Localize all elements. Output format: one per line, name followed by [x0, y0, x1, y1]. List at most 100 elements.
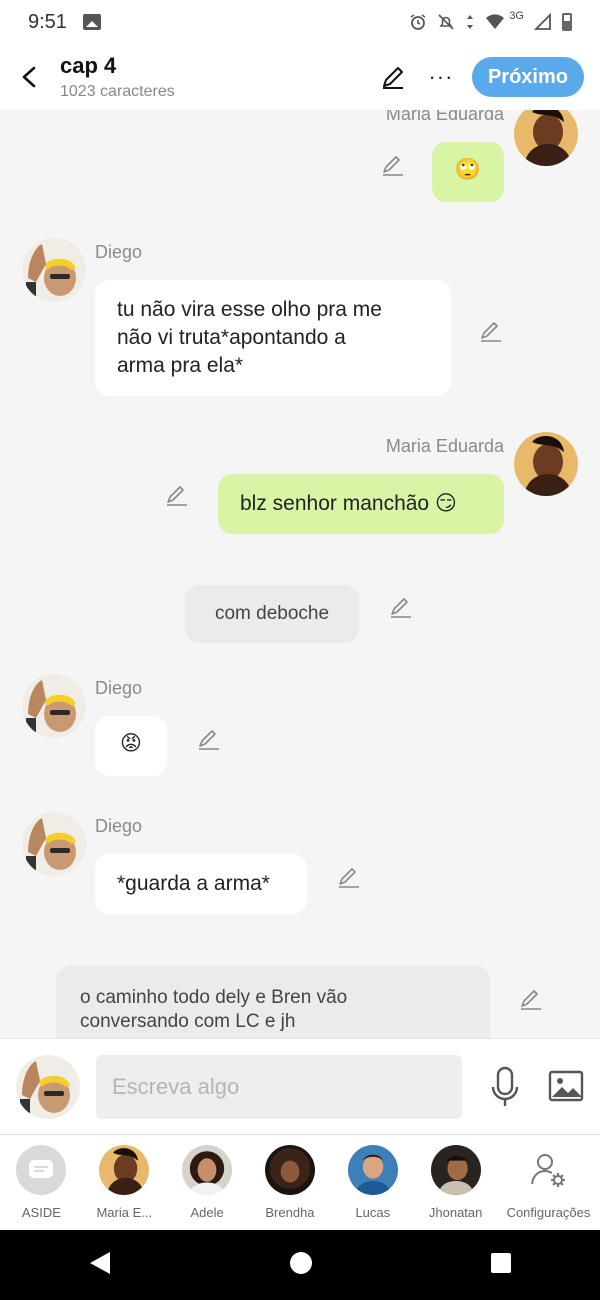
mute-icon [438, 14, 454, 30]
gallery-notification-icon [82, 14, 101, 30]
tab-label: Jhonatan [428, 1205, 483, 1220]
edit-message-button[interactable] [478, 318, 504, 344]
edit-message-button[interactable] [380, 152, 406, 178]
narration-line: o caminho todo dely e Bren vão [80, 987, 348, 1008]
maria-avatar-image [514, 432, 578, 496]
sender-name: Diego [95, 242, 143, 262]
message-composer [0, 1038, 600, 1134]
status-icons: 3G [409, 10, 572, 31]
more-dots-icon: ··· [428, 64, 454, 89]
microphone-icon [491, 1066, 519, 1106]
nav-home-button[interactable] [289, 1251, 313, 1280]
sender-name: Maria Eduarda [385, 110, 504, 124]
edit-title-button[interactable] [376, 60, 410, 94]
diego-avatar-image [22, 674, 86, 738]
pencil-icon [391, 598, 411, 618]
wifi-icon [486, 14, 505, 29]
square-recents-icon [490, 1252, 511, 1273]
narration-bubble[interactable]: o caminho todo dely e Bren vão conversan… [56, 966, 490, 1038]
narration-bubble[interactable]: com deboche [185, 585, 359, 643]
pencil-icon [167, 486, 187, 506]
maria-avatar[interactable] [514, 110, 578, 166]
tab-label: Lucas [355, 1205, 391, 1220]
diego-avatar-image [22, 812, 86, 876]
nav-recents-button[interactable] [490, 1252, 512, 1279]
system-nav-bar [0, 1230, 600, 1300]
diego-avatar[interactable] [22, 238, 86, 302]
adele-avatar [182, 1145, 233, 1195]
pencil-icon [382, 67, 403, 89]
chat-bubble-icon [16, 1145, 67, 1195]
nav-back-button[interactable] [88, 1250, 112, 1281]
diego-avatar-image [16, 1055, 80, 1119]
chapter-title: cap 4 [60, 53, 117, 78]
diego-avatar[interactable] [22, 674, 86, 738]
attach-image-button[interactable] [548, 1069, 584, 1103]
lucas-avatar [347, 1145, 398, 1195]
more-options-button[interactable]: ··· [424, 60, 458, 94]
data-arrows-icon [467, 15, 474, 29]
tab-brendha[interactable]: Brendha [252, 1145, 328, 1220]
diego-avatar[interactable] [22, 812, 86, 876]
message-line: tu não vira esse olho pra me [117, 298, 382, 321]
current-speaker-avatar[interactable] [16, 1055, 80, 1119]
battery-icon [562, 13, 572, 31]
chapter-header: cap 4 1023 caracteres ··· Próximo [0, 44, 600, 110]
message-bubble[interactable]: 😡 [95, 716, 167, 776]
tab-label: Brendha [265, 1205, 315, 1220]
microphone-button[interactable] [488, 1065, 522, 1109]
message-bubble[interactable]: blz senhor manchão 😏 [218, 474, 504, 534]
status-bar: 9:51 3G [0, 0, 600, 44]
chat-area[interactable]: Maria Eduarda 🙄 Diego tu não vira esse o… [0, 110, 600, 1038]
character-count: 1023 caracteres [60, 83, 175, 100]
maria-avatar[interactable] [514, 432, 578, 496]
circle-home-icon [289, 1251, 312, 1274]
narration-line: conversando com LC e jh [80, 1011, 296, 1032]
message-input[interactable] [96, 1055, 462, 1119]
message-bubble[interactable]: *guarda a arma* [95, 854, 307, 914]
message-line: não vi truta*apontando a [117, 326, 346, 349]
tab-settings[interactable]: Configurações [500, 1145, 596, 1220]
pencil-icon [481, 322, 501, 342]
tab-label: Maria E... [96, 1205, 153, 1220]
edit-message-button[interactable] [164, 482, 190, 508]
edit-message-button[interactable] [518, 986, 544, 1012]
brendha-avatar [264, 1145, 315, 1195]
sender-name: Diego [95, 678, 143, 698]
tab-jhonatan[interactable]: Jhonatan [418, 1145, 494, 1220]
pencil-icon [383, 156, 403, 176]
pencil-icon [521, 990, 541, 1010]
sender-name: Maria Eduarda [385, 436, 504, 456]
tab-adele[interactable]: Adele [169, 1145, 245, 1220]
user-settings-icon [523, 1145, 573, 1195]
next-button[interactable]: Próximo [471, 57, 584, 97]
tab-lucas[interactable]: Lucas [335, 1145, 411, 1220]
message-bubble[interactable]: tu não vira esse olho pra me não vi trut… [95, 280, 451, 396]
tab-label: Configurações [506, 1205, 591, 1220]
message-line: arma pra ela* [117, 354, 244, 377]
edit-message-button[interactable] [196, 726, 222, 752]
edit-message-button[interactable] [336, 864, 362, 890]
status-time: 9:51 [28, 10, 67, 33]
signal-icon [534, 13, 551, 30]
character-tab-bar: ASIDE Maria E... Adele Brendha Lucas Jho… [0, 1134, 600, 1230]
back-arrow-icon [22, 66, 36, 88]
tab-maria-eduarda[interactable]: Maria E... [86, 1145, 162, 1220]
maria-avatar [99, 1145, 150, 1195]
alarm-icon [410, 14, 426, 30]
tab-label: ASIDE [21, 1205, 61, 1220]
jhonatan-avatar [430, 1145, 481, 1195]
message-bubble[interactable]: 🙄 [432, 142, 504, 202]
pencil-icon [339, 868, 359, 888]
diego-avatar-image [22, 238, 86, 302]
maria-avatar-image [514, 110, 578, 166]
image-icon [548, 1070, 584, 1102]
tab-aside[interactable]: ASIDE [3, 1145, 79, 1220]
pencil-icon [199, 730, 219, 750]
network-type: 3G [509, 10, 524, 22]
back-button[interactable] [8, 55, 52, 99]
triangle-back-icon [90, 1251, 111, 1274]
title-block: cap 4 1023 caracteres [60, 53, 175, 101]
sender-name: Diego [95, 816, 143, 836]
edit-message-button[interactable] [388, 594, 414, 620]
